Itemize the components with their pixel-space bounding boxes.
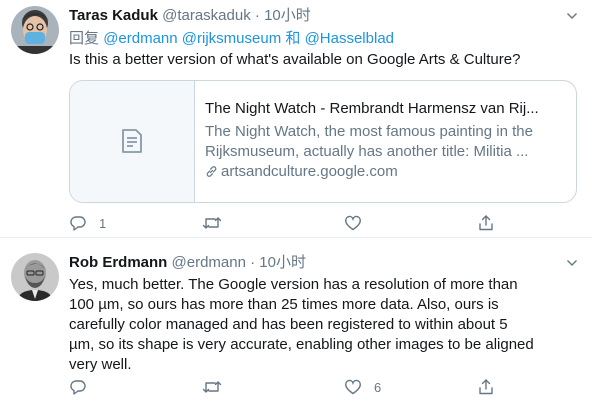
- reply-icon: [70, 216, 86, 231]
- link-card[interactable]: The Night Watch - Rembrandt Harmensz van…: [69, 80, 577, 203]
- tweet-rob[interactable]: Rob Erdmann @erdmann · 10小时 Yes, much be…: [0, 238, 592, 405]
- reply-icon: [70, 380, 86, 395]
- card-link: artsandculture.google.com: [205, 162, 567, 182]
- tweet-text: Yes, much better. The Google version has…: [69, 275, 581, 375]
- author-handle[interactable]: @taraskaduk: [162, 7, 251, 24]
- share-icon: [479, 379, 493, 395]
- card-description-line: Rijksmuseum, actually has another title:…: [205, 143, 529, 160]
- card-title: The Night Watch - Rembrandt Harmensz van…: [205, 100, 539, 117]
- mention-link[interactable]: @rijksmuseum: [182, 30, 281, 47]
- tweet-text-line: carefully color managed and has been reg…: [69, 316, 508, 333]
- replying-to: 回复 @erdmann @rijksmuseum 和 @Hasselblad: [69, 29, 394, 49]
- tweet-taras[interactable]: Taras Kaduk @taraskaduk · 10小时 回复 @erdma…: [0, 0, 592, 238]
- document-icon: [122, 129, 142, 153]
- timestamp[interactable]: 10小时: [264, 7, 311, 24]
- tweet-text-line: very well.: [69, 356, 132, 373]
- tweet-text-line: Yes, much better. The Google version has…: [69, 276, 518, 293]
- heart-icon: [345, 215, 361, 231]
- reply-button[interactable]: [69, 378, 87, 396]
- tweet-text-line: µm, so its shape is very accurate, enabl…: [69, 336, 534, 353]
- reply-prefix: 回复: [69, 30, 100, 47]
- avatar[interactable]: [11, 253, 59, 301]
- retweet-button[interactable]: [202, 214, 222, 232]
- retweet-icon: [202, 217, 222, 229]
- mention-link[interactable]: @erdmann: [103, 30, 177, 47]
- heart-icon: [345, 379, 361, 395]
- like-button[interactable]: [344, 214, 362, 232]
- share-icon: [479, 215, 493, 231]
- chevron-down-icon[interactable]: [566, 10, 578, 22]
- tweet-text: Is this a better version of what's avail…: [69, 51, 521, 68]
- mention-conjunction: 和: [285, 30, 301, 47]
- action-bar: 6: [69, 378, 509, 398]
- avatar[interactable]: [11, 6, 59, 54]
- share-button[interactable]: [477, 214, 495, 232]
- card-description: The Night Watch, the most famous paintin…: [205, 122, 567, 162]
- card-description-line: The Night Watch, the most famous paintin…: [205, 123, 533, 140]
- share-button[interactable]: [477, 378, 495, 396]
- retweet-icon: [202, 381, 222, 393]
- card-domain: artsandculture.google.com: [221, 163, 398, 180]
- reply-count: 1: [99, 215, 107, 231]
- author-handle[interactable]: @erdmann: [172, 254, 246, 271]
- author-name[interactable]: Rob Erdmann: [69, 254, 167, 271]
- action-bar: 1: [69, 214, 509, 234]
- mention-link[interactable]: @Hasselblad: [305, 30, 394, 47]
- separator-dot: ·: [250, 254, 256, 271]
- like-button[interactable]: 6: [344, 378, 381, 396]
- tweet-text-line: 100 µm, so ours has more than 25 times m…: [69, 296, 499, 313]
- separator-dot: ·: [254, 7, 260, 24]
- link-icon: [206, 166, 217, 177]
- like-count: 6: [374, 379, 382, 395]
- tweet-header: Taras Kaduk @taraskaduk · 10小时: [69, 6, 311, 26]
- card-thumbnail: [70, 81, 195, 202]
- tweet-header: Rob Erdmann @erdmann · 10小时: [69, 253, 306, 273]
- chevron-down-icon[interactable]: [566, 257, 578, 269]
- timestamp[interactable]: 10小时: [259, 254, 306, 271]
- author-name[interactable]: Taras Kaduk: [69, 7, 158, 24]
- retweet-button[interactable]: [202, 378, 222, 396]
- card-body: The Night Watch - Rembrandt Harmensz van…: [205, 99, 567, 182]
- reply-button[interactable]: 1: [69, 214, 106, 232]
